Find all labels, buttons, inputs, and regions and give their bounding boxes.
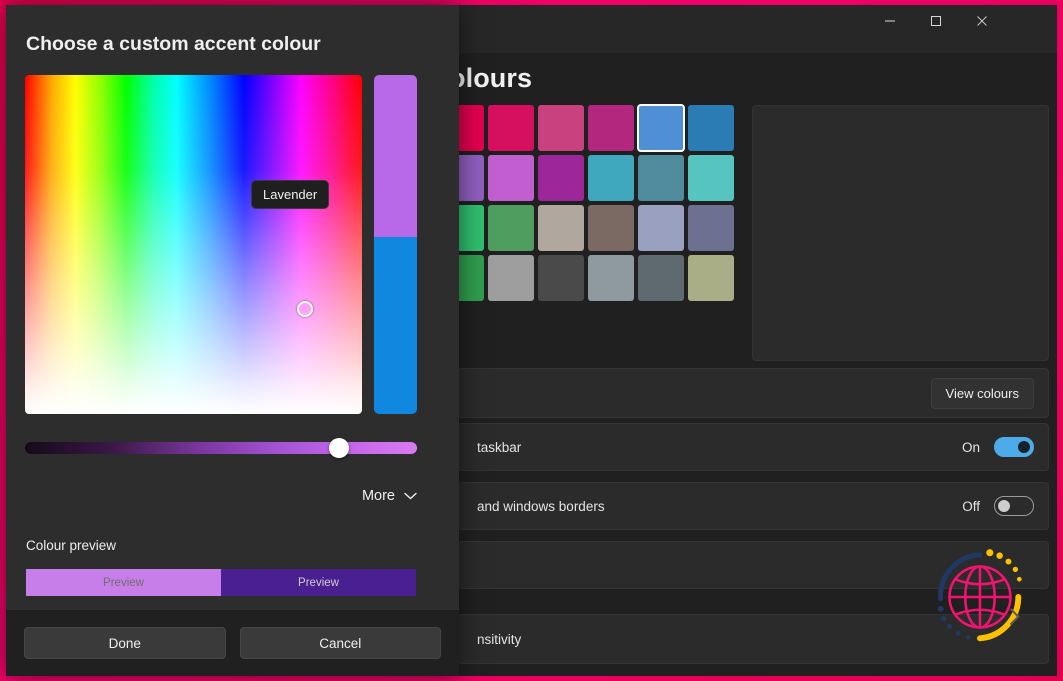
row-right: On xyxy=(962,437,1034,457)
settings-row-transparency[interactable] xyxy=(458,541,1049,589)
brightness-thumb[interactable] xyxy=(328,438,349,458)
colour-swatch[interactable] xyxy=(588,205,634,251)
toggle-knob xyxy=(1018,441,1030,453)
row-label: taskbar xyxy=(477,439,522,455)
colour-swatch[interactable] xyxy=(688,205,734,251)
colour-swatch[interactable] xyxy=(688,155,734,201)
colour-swatch[interactable] xyxy=(538,155,584,201)
colour-swatch[interactable] xyxy=(637,104,685,152)
page-title: olours xyxy=(449,63,533,93)
borders-toggle[interactable] xyxy=(994,496,1034,516)
colour-preview-bar: Preview Preview xyxy=(26,569,416,596)
maximise-icon[interactable] xyxy=(913,5,959,37)
strip-top-swatch xyxy=(374,75,417,237)
taskbar-toggle[interactable] xyxy=(994,437,1034,457)
minimise-icon[interactable] xyxy=(867,5,913,37)
dialog-footer: Done Cancel xyxy=(6,609,459,676)
colour-swatch[interactable] xyxy=(538,105,584,151)
settings-row-taskbar[interactable]: taskbar On xyxy=(458,423,1049,471)
colour-swatch[interactable] xyxy=(688,105,734,151)
cancel-button[interactable]: Cancel xyxy=(239,627,441,659)
colour-preview-strip[interactable] xyxy=(374,75,417,414)
colour-preview-label: Colour preview xyxy=(26,538,117,553)
colour-swatch[interactable] xyxy=(538,255,584,301)
screen-root: olours View colours taskbar On and windo… xyxy=(0,0,1063,681)
settings-row-borders[interactable]: and windows borders Off xyxy=(458,482,1049,530)
row-label: and windows borders xyxy=(477,498,605,514)
colour-swatch[interactable] xyxy=(488,255,534,301)
brightness-slider[interactable] xyxy=(25,438,417,458)
more-button[interactable]: More xyxy=(362,488,417,504)
settings-row-view-colours[interactable]: View colours xyxy=(458,368,1049,418)
row-right: View colours xyxy=(930,377,1034,409)
chevron-down-icon xyxy=(404,488,417,504)
colour-swatch[interactable] xyxy=(538,205,584,251)
colour-swatch[interactable] xyxy=(638,155,684,201)
custom-accent-colour-dialog: Choose a custom accent colour Lavender M… xyxy=(6,5,459,676)
more-label: More xyxy=(361,488,395,504)
close-icon[interactable] xyxy=(959,5,1005,37)
strip-bottom-swatch xyxy=(374,237,417,414)
content-card xyxy=(752,105,1049,361)
toggle-state-label: On xyxy=(961,439,980,455)
colour-picker-field[interactable] xyxy=(25,75,362,414)
colour-swatch[interactable] xyxy=(588,105,634,151)
colour-swatch-grid[interactable] xyxy=(438,104,784,301)
colour-swatch[interactable] xyxy=(588,255,634,301)
settings-row-sensitivity[interactable]: nsitivity xyxy=(458,614,1049,664)
toggle-state-label: Off xyxy=(962,498,980,514)
preview-swatch-light: Preview xyxy=(26,569,221,596)
colour-swatch[interactable] xyxy=(488,155,534,201)
colour-swatch[interactable] xyxy=(638,205,684,251)
colour-swatch[interactable] xyxy=(588,155,634,201)
colour-swatch[interactable] xyxy=(688,255,734,301)
dialog-title: Choose a custom accent colour xyxy=(26,33,321,55)
brightness-track xyxy=(25,442,417,454)
toggle-knob xyxy=(998,500,1010,512)
preview-swatch-dark: Preview xyxy=(221,569,416,596)
colour-name-tooltip: Lavender xyxy=(251,180,330,209)
view-colours-button[interactable]: View colours xyxy=(930,377,1034,409)
colour-picker-cursor[interactable] xyxy=(297,301,313,317)
row-right: Off xyxy=(962,496,1034,516)
colour-swatch[interactable] xyxy=(638,255,684,301)
colour-swatch[interactable] xyxy=(488,205,534,251)
row-label: nsitivity xyxy=(477,631,522,647)
colour-swatch[interactable] xyxy=(488,105,534,151)
done-button[interactable]: Done xyxy=(24,627,226,659)
